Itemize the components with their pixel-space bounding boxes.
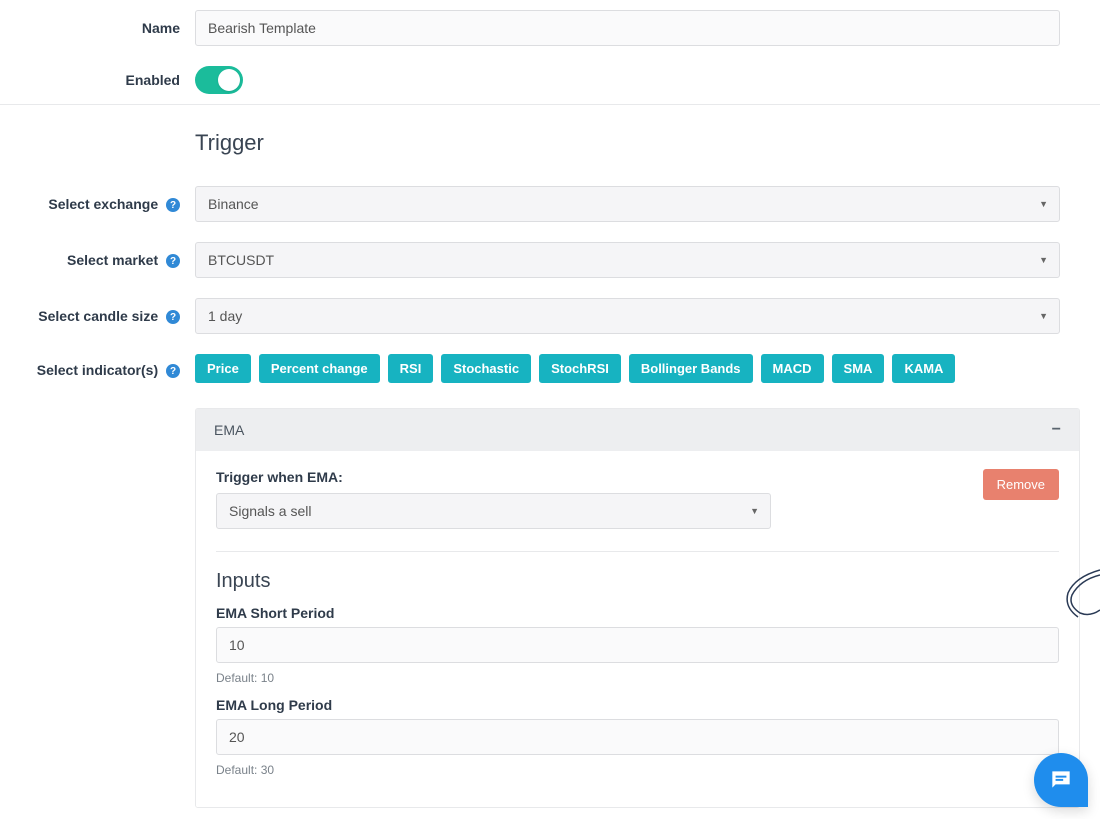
indicator-pill-bollinger-bands[interactable]: Bollinger Bands (629, 354, 753, 383)
enabled-toggle[interactable] (195, 66, 243, 94)
candle-select[interactable] (195, 298, 1060, 334)
remove-button[interactable]: Remove (983, 469, 1059, 500)
indicator-pill-price[interactable]: Price (195, 354, 251, 383)
chat-button[interactable] (1034, 753, 1088, 807)
chat-icon (1048, 767, 1074, 793)
minus-icon[interactable]: − (1052, 421, 1061, 439)
indicator-pill-rsi[interactable]: RSI (388, 354, 434, 383)
section-divider (0, 104, 1100, 105)
name-label: Name (20, 20, 195, 36)
indicator-pill-kama[interactable]: KAMA (892, 354, 955, 383)
help-icon[interactable]: ? (166, 310, 180, 324)
ema-panel-title: EMA (214, 422, 244, 438)
ema-trigger-select[interactable] (216, 493, 771, 529)
indicator-pill-stochastic[interactable]: Stochastic (441, 354, 531, 383)
ema-long-hint: Default: 30 (216, 763, 1059, 777)
help-icon[interactable]: ? (166, 364, 180, 378)
inputs-heading: Inputs (216, 570, 1059, 593)
indicator-pill-percent-change[interactable]: Percent change (259, 354, 380, 383)
ema-long-input[interactable] (216, 719, 1059, 755)
name-input[interactable] (195, 10, 1060, 46)
indicator-pill-stochrsi[interactable]: StochRSI (539, 354, 621, 383)
help-icon[interactable]: ? (166, 198, 180, 212)
ema-short-hint: Default: 10 (216, 671, 1059, 685)
ema-trigger-label: Trigger when EMA: (216, 469, 771, 485)
candle-label: Select candle size (38, 308, 158, 324)
decorative-doodle-icon (1060, 565, 1100, 620)
indicators-label: Select indicator(s) (37, 362, 158, 378)
exchange-label: Select exchange (48, 196, 158, 212)
exchange-select[interactable] (195, 186, 1060, 222)
market-select[interactable] (195, 242, 1060, 278)
ema-long-label: EMA Long Period (216, 697, 1059, 713)
enabled-label: Enabled (20, 72, 195, 88)
indicator-pill-macd[interactable]: MACD (761, 354, 824, 383)
trigger-section-title: Trigger (195, 130, 1100, 156)
ema-short-input[interactable] (216, 627, 1059, 663)
indicator-pill-sma[interactable]: SMA (832, 354, 885, 383)
help-icon[interactable]: ? (166, 254, 180, 268)
market-label: Select market (67, 252, 158, 268)
ema-short-label: EMA Short Period (216, 605, 1059, 621)
ema-panel-header[interactable]: EMA − (196, 409, 1079, 451)
